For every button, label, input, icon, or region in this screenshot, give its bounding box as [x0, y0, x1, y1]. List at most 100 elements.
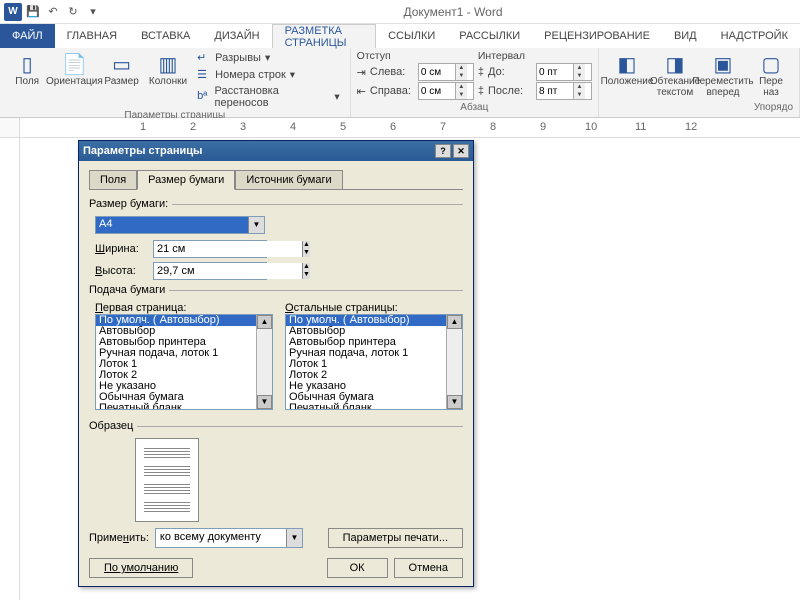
arrow-right-icon: ⇤ — [357, 85, 366, 98]
cancel-button[interactable]: Отмена — [394, 558, 463, 578]
group-label-arrange: Упорядо — [605, 102, 793, 115]
tab-paper-source[interactable]: Источник бумаги — [235, 170, 342, 190]
chevron-down-icon[interactable]: ▼ — [248, 217, 264, 233]
hyphenation-icon: bª — [197, 90, 210, 104]
indent-left-spinner[interactable]: ▲▼ — [418, 63, 474, 81]
tab-file[interactable]: ФАЙЛ — [0, 24, 55, 48]
spinner-up-icon[interactable]: ▲ — [456, 64, 467, 72]
dialog-title-text: Параметры страницы — [83, 145, 202, 157]
group-arrange: ◧Положение ◨Обтекание текстом ▣Перемести… — [599, 48, 800, 117]
spacing-after-icon: ‡ — [478, 85, 484, 97]
margins-button[interactable]: ▯Поля — [6, 50, 48, 89]
tab-insert[interactable]: ВСТАВКА — [129, 24, 202, 48]
page-setup-dialog: Параметры страницы ? ✕ Поля Размер бумаг… — [78, 140, 474, 587]
columns-button[interactable]: ▥Колонки — [147, 50, 189, 89]
breaks-icon: ↵ — [197, 51, 211, 65]
spinner-down-icon[interactable]: ▼ — [456, 72, 467, 80]
vertical-ruler[interactable] — [0, 138, 20, 600]
tab-mailings[interactable]: РАССЫЛКИ — [447, 24, 532, 48]
tab-view[interactable]: ВИД — [662, 24, 709, 48]
ok-button[interactable]: ОК — [327, 558, 388, 578]
apply-to-value: ко всему документу — [156, 529, 286, 547]
tab-review[interactable]: РЕЦЕНЗИРОВАНИЕ — [532, 24, 662, 48]
help-button[interactable]: ? — [435, 144, 451, 158]
close-button[interactable]: ✕ — [453, 144, 469, 158]
tab-page-layout[interactable]: РАЗМЕТКА СТРАНИЦЫ — [272, 24, 377, 48]
bring-forward-button[interactable]: ▣Переместить вперед — [701, 50, 745, 100]
line-numbers-icon: ☰ — [197, 68, 211, 82]
spacing-before-spinner[interactable]: ▲▼ — [536, 63, 592, 81]
quick-access-toolbar: W 💾 ↶ ↻ ▾ — [0, 3, 106, 21]
tab-addins[interactable]: НАДСТРОЙК — [709, 24, 800, 48]
ribbon: ▯Поля 📄Ориентация ▭Размер ▥Колонки ↵Разр… — [0, 48, 800, 118]
size-button[interactable]: ▭Размер — [100, 50, 142, 89]
spacing-after-input[interactable] — [537, 86, 573, 97]
columns-icon: ▥ — [152, 52, 184, 76]
horizontal-ruler[interactable]: 123456789101112 — [20, 118, 800, 137]
title-bar: W 💾 ↶ ↻ ▾ Документ1 - Word — [0, 0, 800, 24]
group-label-paragraph: Абзац — [357, 102, 592, 115]
position-button[interactable]: ◧Положение — [605, 50, 649, 89]
spacing-before-input[interactable] — [537, 67, 573, 78]
tab-design[interactable]: ДИЗАЙН — [202, 24, 271, 48]
ribbon-tabs: ФАЙЛ ГЛАВНАЯ ВСТАВКА ДИЗАЙН РАЗМЕТКА СТР… — [0, 24, 800, 48]
arrow-left-icon: ⇥ — [357, 66, 366, 79]
height-input[interactable] — [154, 263, 302, 279]
spacing-after-spinner[interactable]: ▲▼ — [536, 82, 592, 100]
breaks-button[interactable]: ↵Разрывы ▾ — [193, 50, 343, 66]
sample-label: Образец — [89, 420, 133, 432]
group-page-setup: ▯Поля 📄Ориентация ▭Размер ▥Колонки ↵Разр… — [0, 48, 351, 117]
paper-size-combo[interactable]: А4 ▼ — [95, 216, 265, 234]
size-icon: ▭ — [106, 52, 138, 76]
tab-home[interactable]: ГЛАВНАЯ — [55, 24, 129, 48]
margins-icon: ▯ — [11, 52, 43, 76]
scroll-down-icon[interactable]: ▼ — [257, 395, 272, 409]
orientation-button[interactable]: 📄Ориентация — [52, 50, 96, 89]
other-pages-listbox[interactable]: По умолч. ( Автовыбор)АвтовыборАвтовыбор… — [285, 314, 463, 410]
width-input[interactable] — [154, 241, 302, 257]
word-app-icon: W — [4, 3, 22, 21]
dialog-titlebar[interactable]: Параметры страницы ? ✕ — [79, 141, 473, 161]
group-paragraph: Отступ ⇥Слева:▲▼ ⇤Справа:▲▼ Интервал ‡До… — [351, 48, 599, 117]
tab-paper-size[interactable]: Размер бумаги — [137, 170, 235, 190]
first-page-listbox[interactable]: По умолч. ( Автовыбор)АвтовыборАвтовыбор… — [95, 314, 273, 410]
spacing-before-label: До: — [488, 66, 532, 78]
tab-margins[interactable]: Поля — [89, 170, 137, 190]
default-button[interactable]: По умолчанию — [89, 558, 193, 578]
undo-icon[interactable]: ↶ — [44, 3, 62, 21]
print-options-button[interactable]: Параметры печати... — [328, 528, 463, 548]
indent-right-spinner[interactable]: ▲▼ — [418, 82, 474, 100]
chevron-down-icon[interactable]: ▼ — [286, 529, 302, 547]
height-spinner[interactable]: ▲▼ — [153, 262, 267, 280]
scroll-up-icon[interactable]: ▲ — [257, 315, 272, 329]
tab-references[interactable]: ССЫЛКИ — [376, 24, 447, 48]
height-label: Высота: — [95, 265, 147, 277]
other-pages-label: Остальные страницы: — [285, 302, 463, 314]
save-icon[interactable]: 💾 — [24, 3, 42, 21]
hyphenation-button[interactable]: bªРасстановка переносов ▾ — [193, 84, 343, 110]
indent-left-label: Слева: — [370, 66, 414, 78]
width-spinner[interactable]: ▲▼ — [153, 240, 267, 258]
indent-right-input[interactable] — [419, 86, 455, 97]
width-label: Ширина: — [95, 243, 147, 255]
line-numbers-button[interactable]: ☰Номера строк ▾ — [193, 67, 343, 83]
tray-option[interactable]: Печатный бланк — [96, 403, 256, 409]
apply-to-label: Применить: — [89, 532, 149, 544]
apply-to-combo[interactable]: ко всему документу ▼ — [155, 528, 303, 548]
sample-preview — [135, 438, 199, 522]
horizontal-ruler-area: 123456789101112 — [0, 118, 800, 138]
paper-size-value: А4 — [96, 217, 248, 233]
wrap-icon: ◨ — [659, 52, 691, 76]
wrap-text-button[interactable]: ◨Обтекание текстом — [653, 50, 697, 100]
tray-option[interactable]: Печатный бланк — [286, 403, 446, 409]
spacing-after-label: После: — [488, 85, 532, 97]
first-page-label: Первая страница: — [95, 302, 273, 314]
redo-icon[interactable]: ↻ — [64, 3, 82, 21]
indent-left-input[interactable] — [419, 67, 455, 78]
paper-size-label: Размер бумаги: — [89, 198, 168, 210]
dialog-tabs: Поля Размер бумаги Источник бумаги — [89, 169, 463, 190]
paper-feed-label: Подача бумаги — [89, 284, 165, 296]
send-backward-button[interactable]: ▢Пере наз — [749, 50, 793, 100]
qat-dropdown-icon[interactable]: ▾ — [84, 3, 102, 21]
indent-right-label: Справа: — [370, 85, 414, 97]
